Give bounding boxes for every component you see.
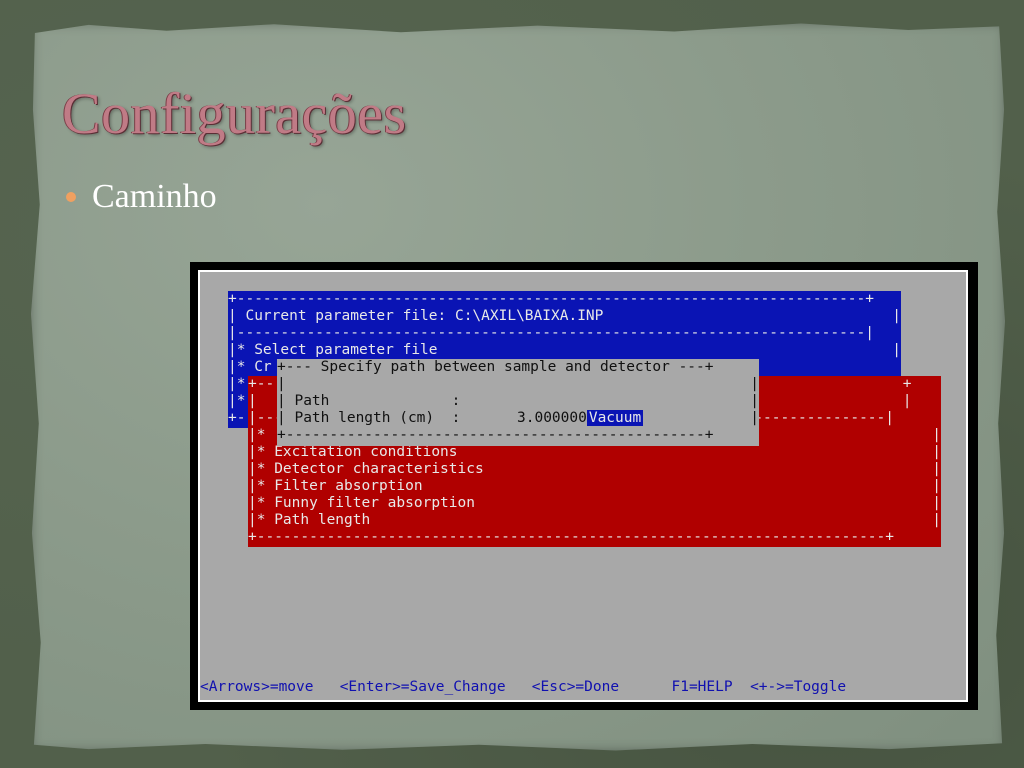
bullet-text: Caminho — [92, 178, 217, 215]
status-bar: <Arrows>=move <Enter>=Save_Change <Esc>=… — [200, 679, 966, 696]
slide-title: Configurações — [62, 81, 407, 146]
main-menu-separator: |---------------------------------------… — [228, 325, 875, 341]
submenu-item-funny-filter-absorption[interactable]: |* Funny filter absorption — [248, 495, 475, 512]
submenu-border-bottom: +---------------------------------------… — [248, 529, 895, 545]
status-help-hint: F1=HELP — [671, 679, 733, 695]
bullet-dot-icon — [66, 192, 76, 202]
main-menu-border-top: +---------------------------------------… — [228, 291, 875, 307]
status-save-hint: <Enter>=Save_Change — [339, 679, 506, 695]
terminal-screen: +---------------------------------------… — [198, 270, 968, 702]
menu-item-3[interactable]: |* — [228, 376, 245, 393]
path-length-label: | Path length (cm) : — [277, 410, 461, 426]
status-toggle-hint: <+->=Toggle — [750, 679, 847, 695]
path-dialog: +--- Specify path between sample and det… — [277, 359, 759, 446]
submenu-item-detector-characteristics[interactable]: |* Detector characteristics — [248, 461, 484, 478]
submenu-item-excitation-conditions[interactable]: |* Excitation conditions — [248, 444, 458, 461]
current-file-label: | Current parameter file: C:\AXIL\BAIXA.… — [228, 308, 604, 324]
submenu-item-filter-absorption[interactable]: |* Filter absorption — [248, 478, 423, 495]
bullet-item: Caminho — [66, 178, 217, 216]
menu-item-cr[interactable]: |* Cr — [228, 359, 272, 376]
dialog-border-bottom: +---------------------------------------… — [277, 427, 714, 443]
path-label: | Path : — [277, 393, 461, 409]
status-done-hint: <Esc>=Done — [531, 679, 620, 695]
terminal-screenshot-frame: +---------------------------------------… — [190, 262, 978, 710]
dialog-title: +--- Specify path between sample and det… — [277, 359, 714, 375]
menu-item-select-parameter-file[interactable]: |* Select parameter file — [228, 342, 438, 359]
submenu-item-path-length[interactable]: |* Path length — [248, 512, 370, 529]
path-value-field[interactable]: Vacuum — [586, 410, 644, 426]
status-move-hint: <Arrows>=move — [200, 679, 314, 695]
path-length-value-field[interactable]: 3.000000 — [517, 410, 587, 427]
